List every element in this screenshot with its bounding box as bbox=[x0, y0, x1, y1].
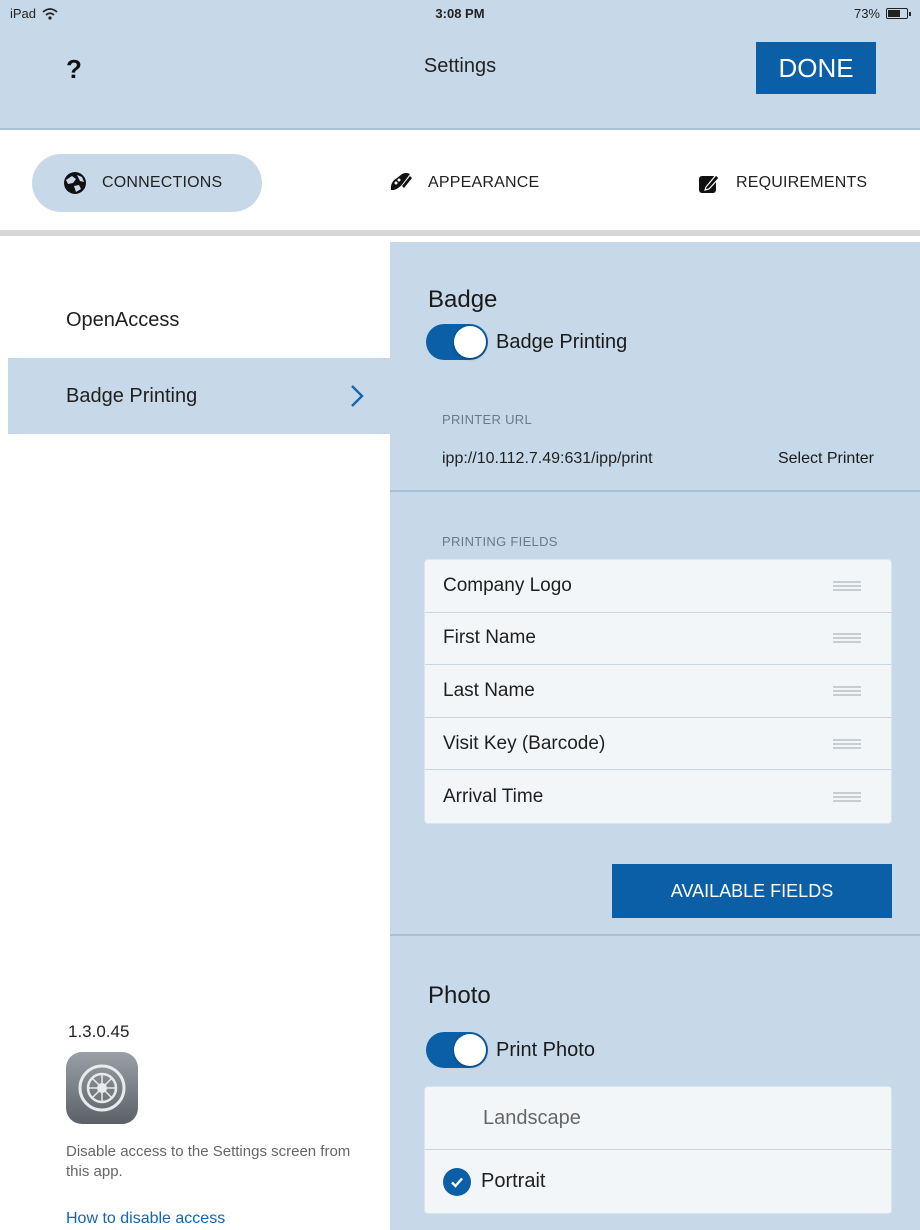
orientation-portrait[interactable]: Portrait bbox=[425, 1150, 891, 1213]
toggle-knob bbox=[454, 1034, 486, 1066]
toggle-knob bbox=[454, 326, 486, 358]
gear-icon bbox=[78, 1064, 126, 1112]
globe-icon bbox=[64, 172, 86, 194]
field-row-visit-key[interactable]: Visit Key (Barcode) bbox=[425, 718, 891, 771]
drag-handle-icon[interactable] bbox=[833, 738, 861, 749]
tab-label: APPEARANCE bbox=[428, 174, 540, 191]
sidebar-item-openaccess[interactable]: OpenAccess bbox=[8, 282, 390, 358]
print-photo-toggle-row: Print Photo bbox=[426, 1032, 595, 1068]
battery-percent: 73% bbox=[853, 6, 880, 21]
sidebar-item-label: Badge Printing bbox=[66, 384, 198, 407]
disable-access-text: Disable access to the Settings screen fr… bbox=[66, 1143, 351, 1180]
drag-handle-icon[interactable] bbox=[833, 791, 861, 802]
field-row-last-name[interactable]: Last Name bbox=[425, 665, 891, 718]
printer-url-value: ipp://10.112.7.49:631/ipp/print bbox=[442, 450, 653, 467]
status-right: 73% bbox=[853, 6, 911, 21]
divider bbox=[390, 490, 920, 492]
chevron-right-icon bbox=[351, 385, 364, 407]
tab-connections[interactable]: CONNECTIONS bbox=[32, 154, 262, 212]
tab-appearance[interactable]: APPEARANCE bbox=[388, 154, 539, 212]
orientation-options: Landscape Portrait bbox=[424, 1086, 892, 1214]
drag-handle-icon[interactable] bbox=[833, 685, 861, 696]
version-label: 1.3.0.45 bbox=[68, 1022, 130, 1041]
field-row-first-name[interactable]: First Name bbox=[425, 613, 891, 666]
field-row-company-logo[interactable]: Company Logo bbox=[425, 560, 891, 613]
settings-content: Badge Badge Printing PRINTER URL ipp://1… bbox=[390, 242, 920, 1230]
field-label: First Name bbox=[443, 627, 536, 649]
field-row-arrival-time[interactable]: Arrival Time bbox=[425, 770, 891, 823]
battery-icon bbox=[886, 8, 911, 19]
settings-app-icon[interactable] bbox=[66, 1052, 138, 1124]
status-bar: iPad 3:08 PM 73% bbox=[0, 0, 920, 28]
select-printer-button[interactable]: Select Printer bbox=[778, 450, 874, 468]
sidebar-item-label: OpenAccess bbox=[66, 308, 180, 331]
toggle-label: Badge Printing bbox=[496, 330, 628, 353]
field-label: Last Name bbox=[443, 679, 535, 701]
printing-fields-list: Company Logo First Name Last Name Visit … bbox=[424, 559, 892, 824]
sidebar: OpenAccess Badge Printing 1.3.0.45 Disab… bbox=[0, 242, 390, 1230]
sidebar-item-badge-printing[interactable]: Badge Printing bbox=[8, 358, 390, 434]
printer-url-label: PRINTER URL bbox=[442, 412, 532, 427]
drag-handle-icon[interactable] bbox=[833, 633, 861, 644]
divider bbox=[390, 934, 920, 936]
field-label: Arrival Time bbox=[443, 785, 544, 807]
header-bar: iPad 3:08 PM 73% ? Settings DONE bbox=[0, 0, 920, 130]
drag-handle-icon[interactable] bbox=[833, 580, 861, 591]
tab-label: CONNECTIONS bbox=[102, 174, 223, 191]
photo-section-title: Photo bbox=[428, 982, 491, 1009]
badge-printing-toggle[interactable] bbox=[426, 324, 488, 360]
available-fields-button[interactable]: AVAILABLE FIELDS bbox=[612, 864, 892, 918]
orientation-label: Portrait bbox=[481, 1170, 546, 1192]
orientation-landscape[interactable]: Landscape bbox=[425, 1087, 891, 1150]
badge-section-title: Badge bbox=[428, 286, 498, 313]
checkmark-icon bbox=[443, 1167, 471, 1196]
tab-bar: CONNECTIONS APPEARANCE REQUIREMENTS bbox=[0, 132, 920, 236]
badge-printing-toggle-row: Badge Printing bbox=[426, 324, 627, 360]
printing-fields-label: PRINTING FIELDS bbox=[442, 534, 558, 549]
field-label: Visit Key (Barcode) bbox=[443, 732, 606, 754]
status-time: 3:08 PM bbox=[435, 6, 485, 21]
how-to-disable-link[interactable]: How to disable access bbox=[66, 1210, 225, 1228]
tab-label: REQUIREMENTS bbox=[736, 174, 868, 191]
toggle-label: Print Photo bbox=[496, 1038, 595, 1061]
tab-requirements[interactable]: REQUIREMENTS bbox=[696, 154, 867, 212]
print-photo-toggle[interactable] bbox=[426, 1032, 488, 1068]
pencil-icon bbox=[699, 174, 720, 193]
field-label: Company Logo bbox=[443, 574, 572, 596]
orientation-label: Landscape bbox=[483, 1106, 581, 1129]
done-button[interactable]: DONE bbox=[756, 42, 876, 94]
paintbrush-icon bbox=[390, 173, 412, 190]
